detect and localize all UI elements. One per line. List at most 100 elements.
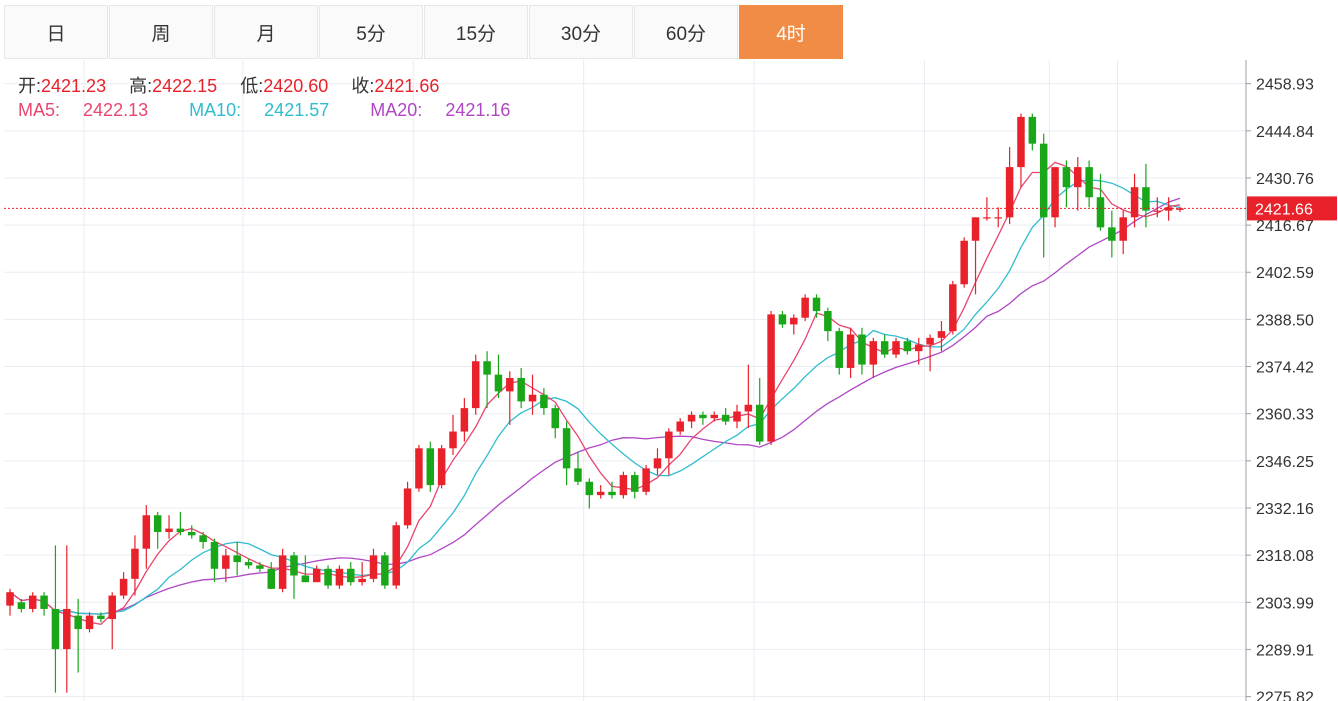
candle-body: [517, 377, 525, 402]
candle-body: [312, 568, 321, 583]
candle-body: [596, 491, 605, 496]
candle: [744, 364, 753, 429]
low-value: 2420.60: [263, 76, 329, 96]
candle: [187, 525, 196, 539]
candle-body: [835, 331, 843, 368]
candle: [517, 367, 525, 409]
candle: [585, 478, 594, 509]
candle: [642, 465, 650, 496]
candle-body: [994, 217, 1003, 219]
candle-body: [824, 311, 832, 332]
y-tick-label: 2430.76: [1256, 171, 1314, 188]
candle: [506, 371, 514, 425]
open-value: 2421.23: [41, 76, 107, 96]
candle-body: [858, 334, 866, 365]
y-tick-label: 2374.42: [1256, 360, 1314, 377]
candle-body: [1039, 143, 1048, 218]
candle-body: [403, 488, 412, 526]
candle: [755, 377, 764, 445]
candle-body: [767, 314, 775, 442]
ma-readout: MA5: 2422.13 MA10: 2421.57 MA20: 2421.16: [18, 100, 546, 121]
candle: [460, 398, 469, 442]
high-label: 高:: [129, 76, 153, 96]
candle-body: [551, 408, 559, 429]
candle: [1108, 210, 1116, 258]
candle-body: [85, 615, 94, 630]
candle-body: [506, 377, 514, 392]
candle-body: [801, 297, 809, 318]
candle: [869, 337, 878, 378]
ma10-readout: MA10: 2421.57: [189, 100, 330, 120]
candle: [85, 612, 94, 633]
candle-body: [153, 515, 162, 532]
candle-body: [17, 602, 26, 609]
candle: [369, 548, 378, 583]
high-value: 2422.15: [152, 76, 218, 96]
candle: [767, 311, 775, 445]
candle: [1119, 210, 1127, 255]
candle-body: [983, 217, 991, 219]
candle: [790, 314, 798, 335]
candle-body: [790, 317, 798, 325]
candle-body: [63, 608, 71, 650]
candle: [801, 294, 809, 322]
candle: [324, 565, 332, 589]
candle-body: [460, 408, 469, 432]
candle: [483, 351, 491, 409]
candle-body: [642, 468, 650, 492]
candle-body: [278, 555, 287, 589]
candle-body: [256, 565, 264, 569]
close-label: 收:: [351, 76, 375, 96]
candle: [358, 562, 366, 586]
candle-body: [176, 528, 185, 532]
candle-body: [335, 568, 344, 586]
candle: [1017, 113, 1025, 188]
candle-body: [892, 341, 900, 355]
candle: [1039, 133, 1048, 258]
candle-body: [1085, 167, 1093, 198]
y-tick-label: 2402.59: [1256, 265, 1314, 282]
candle: [880, 334, 889, 358]
candle: [778, 311, 787, 328]
candle: [74, 598, 82, 673]
candle-body: [585, 481, 594, 496]
candle: [858, 327, 866, 375]
candle: [403, 481, 412, 529]
candle: [63, 545, 71, 693]
candle: [17, 598, 26, 613]
candle: [551, 404, 559, 439]
candle-body: [880, 341, 889, 355]
candle: [733, 404, 741, 429]
y-tick-label: 2318.08: [1256, 548, 1314, 565]
ma20-readout: MA20: 2421.16: [370, 100, 511, 120]
candle: [971, 217, 980, 295]
candle-body: [1051, 167, 1059, 218]
candle: [1005, 147, 1014, 225]
candle-body: [28, 595, 37, 609]
candle-body: [187, 531, 196, 536]
candle-body: [1164, 207, 1173, 211]
ma10-line: [9, 179, 1181, 615]
candle-body: [1005, 167, 1014, 218]
candle-body: [960, 240, 968, 285]
candle-body: [494, 374, 503, 392]
candle-body: [1108, 227, 1116, 241]
candle-body: [733, 411, 741, 422]
candle-body: [755, 404, 764, 442]
candle-body: [51, 608, 60, 650]
candle: [1074, 157, 1082, 211]
candle-body: [562, 428, 571, 469]
candle: [153, 511, 162, 549]
candle-body: [471, 361, 480, 409]
candle: [926, 334, 934, 372]
candle-body: [631, 475, 639, 492]
candle-body: [710, 414, 719, 419]
candle-body: [483, 361, 491, 375]
candle-body: [574, 468, 582, 482]
candle: [846, 327, 855, 378]
candle-body: [937, 331, 946, 338]
candle-body: [812, 297, 821, 312]
candle: [471, 354, 480, 415]
candle-body: [1142, 187, 1150, 211]
candle: [335, 565, 344, 589]
